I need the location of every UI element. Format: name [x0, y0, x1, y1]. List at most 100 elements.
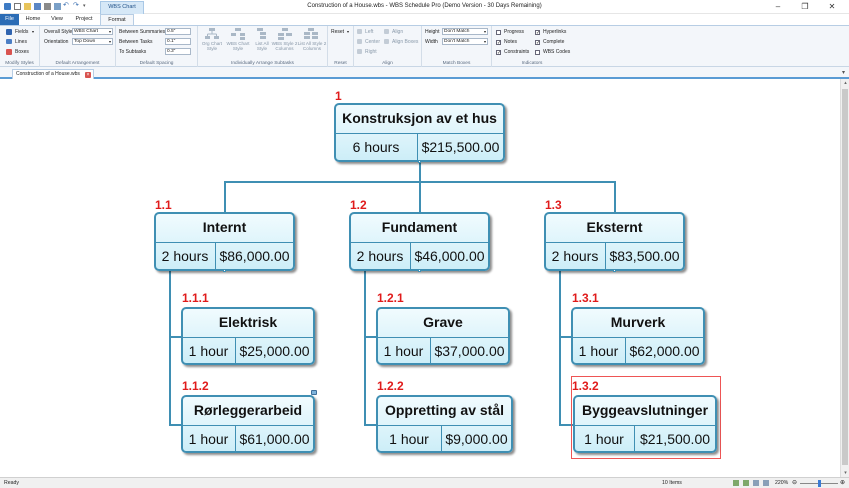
collapse-handle[interactable] — [613, 269, 616, 272]
wbs-codes-checkbox[interactable] — [535, 50, 540, 55]
wbs-chart-style-button[interactable]: WBS Chart Style — [225, 41, 251, 51]
chevron-down-icon: ▾ — [483, 29, 486, 34]
hyperlinks-checkbox[interactable]: ✓ — [535, 30, 540, 36]
tab-project[interactable]: Project — [70, 14, 98, 25]
wbs-number: 1.3.2 — [572, 379, 599, 393]
group-label: Align — [382, 61, 393, 66]
wbs-box-summary[interactable]: Internt 2 hours $86,000.00 — [154, 212, 295, 271]
scroll-thumb[interactable] — [842, 89, 848, 465]
wbs-chart-style-icon — [231, 28, 245, 40]
vertical-scrollbar[interactable]: ▴ ▾ — [840, 79, 849, 477]
org-view-icon[interactable] — [743, 480, 749, 486]
constraints-label: Constraints — [504, 49, 530, 55]
wbs-number: 1.1.2 — [182, 379, 209, 393]
orientation-select[interactable]: Top Down ▾ — [72, 38, 113, 45]
task-name: Elektrisk — [218, 314, 278, 330]
group-label: Indicators — [521, 61, 543, 66]
wbs-number: 1.1 — [155, 198, 172, 212]
lines-button[interactable]: Lines — [15, 39, 27, 45]
tab-home[interactable]: Home — [22, 14, 44, 25]
group-reset: Reset ▾ Reset — [328, 26, 354, 67]
between-tasks-input[interactable]: 0.1" — [165, 38, 191, 45]
zoom-in-icon[interactable]: ⊕ — [840, 479, 845, 486]
task-duration: 1 hour — [389, 431, 429, 447]
zoom-out-icon[interactable]: ⊖ — [792, 479, 797, 486]
reset-button[interactable]: Reset — [331, 29, 344, 35]
list-all-2-columns-button[interactable]: List All Style 2 Columns — [297, 41, 327, 51]
complete-checkbox[interactable]: ✓ — [535, 40, 540, 46]
note-indicator-icon[interactable] — [311, 390, 317, 395]
minimize-icon[interactable]: – — [764, 0, 792, 14]
task-duration: 1 hour — [383, 343, 424, 359]
orientation-value: Top Down — [74, 39, 96, 44]
wbs-style-2-columns-button[interactable]: WBS Style 2 Columns — [271, 41, 298, 51]
tab-view[interactable]: View — [47, 14, 67, 25]
gantt-view-icon[interactable] — [763, 480, 769, 486]
close-icon[interactable]: ✕ — [818, 0, 846, 14]
chevron-down-icon[interactable]: ▾ — [842, 69, 845, 76]
tab-format[interactable]: Format — [100, 14, 134, 25]
restore-icon[interactable]: ❐ — [791, 0, 819, 14]
wbs-box-summary[interactable]: Fundament 2 hours $46,000.00 — [349, 212, 490, 271]
align-boxes-button[interactable]: Align Boxes — [392, 39, 418, 45]
list-view-icon[interactable] — [753, 480, 759, 486]
hyperlinks-label: Hyperlinks — [543, 29, 567, 35]
wbs-box-root[interactable]: Konstruksjon av et hus 6 hours $215,500.… — [334, 103, 505, 162]
align-icon — [384, 29, 389, 34]
height-select[interactable]: Don't Match ▾ — [442, 28, 488, 35]
connector-line — [614, 181, 616, 214]
wbs-codes-label: WBS Codes — [543, 49, 571, 55]
scroll-up-icon[interactable]: ▴ — [841, 79, 849, 87]
wbs-number: 1.1.1 — [182, 291, 209, 305]
width-select[interactable]: Don't Match ▾ — [442, 38, 488, 45]
task-duration: 1 hour — [188, 431, 229, 447]
group-label: Individually Arrange Subtasks — [231, 61, 294, 66]
group-arrange-subtasks: Org Chart Style WBS Chart Style List All… — [198, 26, 328, 67]
collapse-handle[interactable] — [418, 269, 421, 272]
group-align: Left Center Right Align Align Boxes Alig… — [354, 26, 422, 67]
boxes-button[interactable]: Boxes — [15, 49, 29, 55]
list-all-style-button[interactable]: List All Style — [252, 41, 272, 51]
document-tab[interactable]: Construction of a House.wbs × — [12, 69, 94, 79]
align-center-button[interactable]: Center — [365, 39, 380, 45]
align-right-button[interactable]: Right — [365, 49, 377, 55]
wbs-box-task[interactable]: Murverk 1 hour $62,000.00 — [571, 307, 705, 365]
chevron-down-icon[interactable]: ▾ — [347, 29, 349, 34]
constraints-checkbox[interactable]: ✓ — [496, 50, 501, 56]
to-subtasks-input[interactable]: 0.3" — [165, 48, 191, 55]
wbs-chart-canvas[interactable]: 1 Konstruksjon av et hus 6 hours $215,50… — [0, 79, 840, 477]
notes-checkbox[interactable]: ✓ — [496, 40, 501, 46]
overall-style-value: WBS Chart — [74, 29, 98, 34]
wbs-box-summary[interactable]: Eksternt 2 hours $83,500.00 — [544, 212, 685, 271]
zoom-slider-thumb[interactable] — [818, 480, 821, 487]
group-modify-styles: Fields ▾ Lines Boxes Modify Styles — [0, 26, 40, 67]
align-button[interactable]: Align — [392, 29, 403, 35]
wbs-box-task[interactable]: Rørleggerarbeid 1 hour $61,000.00 — [181, 395, 315, 453]
task-cost: $61,000.00 — [239, 431, 310, 447]
wbs-box-task[interactable]: Elektrisk 1 hour $25,000.00 — [181, 307, 315, 365]
task-cost: $21,500.00 — [639, 431, 711, 447]
boxes-icon — [6, 49, 12, 55]
overall-style-select[interactable]: WBS Chart ▾ — [72, 28, 113, 35]
scroll-down-icon[interactable]: ▾ — [841, 469, 849, 477]
close-icon[interactable]: × — [85, 72, 91, 78]
wbs-box-task[interactable]: Oppretting av stål 1 hour $9,000.00 — [376, 395, 513, 453]
collapse-handle[interactable] — [418, 160, 421, 163]
fields-button[interactable]: Fields — [15, 29, 28, 35]
collapse-handle[interactable] — [223, 269, 226, 272]
chevron-down-icon[interactable]: ▾ — [32, 29, 34, 34]
progress-checkbox[interactable] — [496, 30, 501, 35]
window-title: Construction of a House.wbs - WBS Schedu… — [307, 3, 542, 9]
list-all-style-icon — [255, 28, 269, 40]
tab-file[interactable]: File — [0, 14, 19, 25]
between-summaries-input[interactable]: 0.5" — [165, 28, 191, 35]
align-left-button[interactable]: Left — [365, 29, 373, 35]
wbs-box-task[interactable]: Grave 1 hour $37,000.00 — [376, 307, 510, 365]
wbs-chart-view-icon[interactable] — [733, 480, 739, 486]
org-chart-style-button[interactable]: Org Chart Style — [200, 41, 224, 51]
task-cost: $46,000.00 — [414, 248, 485, 264]
wbs-box-task-selected[interactable]: Byggeavslutninger 1 hour $21,500.00 — [573, 395, 717, 453]
org-chart-style-icon — [205, 28, 219, 40]
connector-line — [169, 271, 171, 426]
task-cost: $37,000.00 — [434, 343, 505, 359]
